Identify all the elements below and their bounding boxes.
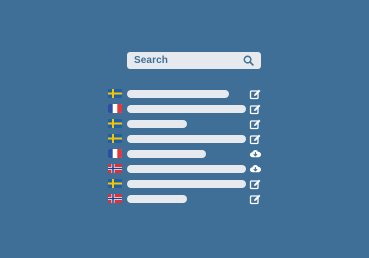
list-item — [108, 176, 262, 191]
list-item — [108, 101, 262, 116]
placeholder-bar — [127, 104, 246, 113]
edit-icon[interactable] — [249, 88, 261, 100]
sweden-flag-icon — [108, 89, 122, 98]
search-icon[interactable] — [243, 55, 254, 66]
sweden-flag-icon — [108, 134, 122, 143]
list-item — [108, 86, 262, 101]
edit-icon[interactable] — [249, 103, 261, 115]
sweden-flag-icon — [108, 179, 122, 188]
edit-icon[interactable] — [249, 118, 261, 130]
edit-icon[interactable] — [249, 193, 261, 205]
list-item — [108, 146, 262, 161]
placeholder-bar — [127, 179, 246, 188]
list-item — [108, 116, 262, 131]
cloud-download-icon[interactable] — [249, 163, 261, 175]
sweden-flag-icon — [108, 119, 122, 128]
search-label: Search — [134, 55, 168, 66]
search-input[interactable]: Search — [127, 52, 261, 69]
cloud-download-icon[interactable] — [249, 148, 261, 160]
placeholder-bar — [127, 119, 187, 128]
app-canvas: Search — [0, 0, 369, 258]
france-flag-icon — [108, 149, 122, 158]
list-item — [108, 191, 262, 206]
placeholder-bar — [127, 89, 229, 98]
country-list — [108, 86, 262, 206]
edit-icon[interactable] — [249, 178, 261, 190]
norway-flag-icon — [108, 194, 122, 203]
placeholder-bar — [127, 149, 206, 158]
placeholder-bar — [127, 194, 187, 203]
placeholder-bar — [127, 134, 246, 143]
placeholder-bar — [127, 164, 246, 173]
list-item — [108, 161, 262, 176]
edit-icon[interactable] — [249, 133, 261, 145]
france-flag-icon — [108, 104, 122, 113]
list-item — [108, 131, 262, 146]
norway-flag-icon — [108, 164, 122, 173]
